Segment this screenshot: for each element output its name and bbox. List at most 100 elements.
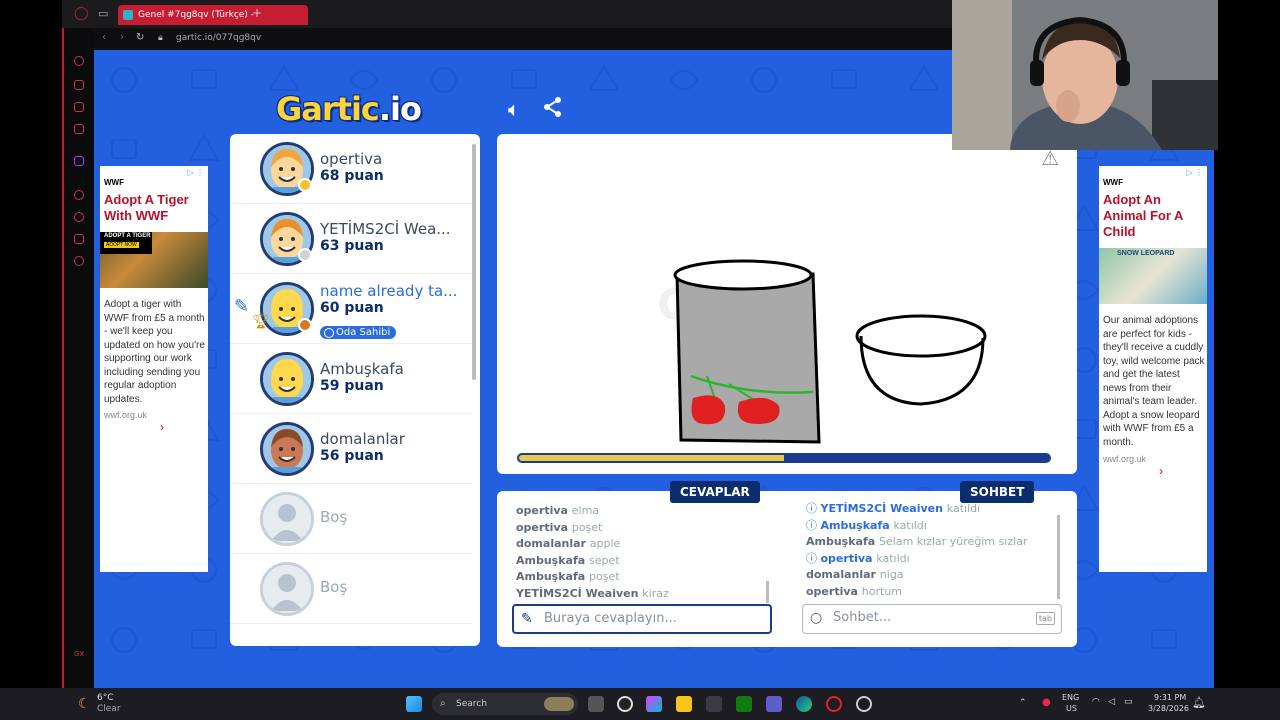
ad-left[interactable]: ▷ ⋮ WWF Adopt A Tiger With WWF ADOPT A T… (100, 166, 208, 572)
message-user: Ambuşkafa (820, 518, 894, 532)
gartic-logo[interactable]: Gartic.io (276, 90, 422, 128)
url-text[interactable]: gartic.io/077qg8qv (176, 33, 261, 43)
workspaces-icon[interactable]: ▭ (98, 7, 108, 20)
chat-header[interactable]: SOHBET (960, 481, 1035, 503)
webcam-overlay (952, 0, 1218, 150)
clock-time[interactable]: 9:31 PM (1154, 693, 1186, 702)
opera-gx-taskbar-icon[interactable] (826, 696, 842, 712)
answer-input[interactable]: ✎ Buraya cevaplayın... (512, 604, 772, 634)
ad-title[interactable]: Adopt An Animal For A Child (1103, 192, 1203, 240)
desktop-right-edge (1214, 0, 1280, 688)
answers-header[interactable]: CEVAPLAR (670, 481, 760, 503)
weather-moon-icon[interactable]: ☾ (78, 696, 91, 712)
task-view-icon[interactable] (588, 696, 604, 712)
answers-scrollbar[interactable] (766, 581, 769, 603)
chat-input[interactable]: ○ Sohbet... tab (802, 604, 1062, 634)
twitch-icon[interactable] (74, 156, 84, 166)
notification-bell-icon[interactable]: 🔔︎ (1192, 696, 1206, 709)
taskbar-search[interactable]: ⌕ Search (432, 693, 578, 715)
player-row[interactable]: Ambuşkafa 59 puan (230, 344, 472, 414)
weather-desc[interactable]: Clear (97, 704, 121, 714)
browser-tab-active[interactable]: Genel #7qg8qv (Türkçe) - (118, 5, 308, 25)
back-icon[interactable]: ‹ (102, 32, 106, 43)
dell-icon[interactable] (617, 696, 633, 712)
player-row[interactable]: opertiva 68 puan (230, 134, 472, 204)
settings-icon[interactable] (74, 256, 84, 266)
new-tab-icon[interactable]: + (252, 6, 262, 20)
volume-icon[interactable]: ◁ (1108, 697, 1115, 707)
cube-icon[interactable] (74, 234, 84, 244)
players-scrollbar[interactable] (472, 144, 476, 380)
player-name: YETİMS2Cİ Wea... (320, 220, 451, 238)
speed-dial-icon[interactable] (74, 56, 84, 66)
share-icon[interactable] (540, 96, 566, 122)
player-score: 59 puan (320, 378, 384, 394)
player-status-dot (298, 178, 312, 192)
player-row[interactable]: name already ta... 60 puan Oda Sahibi ✎ 🏆︎ (230, 274, 472, 344)
player-row[interactable]: Boş (230, 484, 472, 554)
history-icon[interactable] (74, 212, 84, 222)
adchoices-icon[interactable]: ▷ ⋮ (1187, 168, 1203, 177)
message-user: Ambuşkafa (516, 553, 590, 567)
message-line: Ambuşkafa poşet (516, 569, 756, 586)
webcam-feed (952, 0, 1218, 150)
aria-icon[interactable] (74, 80, 84, 90)
message-user: Ambuşkafa (516, 570, 590, 583)
drawing-canvas[interactable]: ⚠ Gartic (497, 134, 1077, 474)
chevron-up-icon[interactable]: ⌃ (1019, 698, 1027, 708)
player-row[interactable]: YETİMS2Cİ Wea... 63 puan (230, 204, 472, 274)
message-text: katıldı (946, 502, 981, 515)
timer-fill (519, 455, 784, 461)
ad-chevron-icon[interactable]: › (1159, 464, 1163, 478)
drawing: Gartic (657, 259, 987, 444)
search-label: Search (456, 699, 487, 709)
reload-icon[interactable]: ↻ (136, 32, 144, 43)
message-user: YETİMS2Cİ Weaiven (516, 586, 643, 600)
opera-logo-icon[interactable]: ◯ (74, 6, 89, 21)
xbox-icon[interactable] (736, 696, 752, 712)
info-icon: ⓘ (806, 502, 821, 515)
ad-brand: WWF (1103, 178, 1123, 187)
message-line: opertiva elma (516, 503, 756, 520)
messenger-icon[interactable] (74, 124, 84, 134)
windows-start-icon[interactable] (406, 696, 422, 712)
avatar (260, 492, 314, 546)
battery-icon[interactable]: ▭ (1124, 697, 1133, 707)
adchoices-icon[interactable]: ▷ ⋮ (188, 168, 204, 177)
tiger-ad-image[interactable]: ADOPT A TIGER ADOPT NOW (100, 232, 208, 288)
gx-icon[interactable]: GX (74, 650, 84, 658)
language-label[interactable]: ENG (1062, 693, 1079, 702)
message-user: domalanlar (806, 568, 880, 581)
info-icon: ⓘ (806, 518, 821, 532)
ad-title[interactable]: Adopt A Tiger With WWF (104, 192, 204, 224)
copilot-icon[interactable] (646, 696, 662, 712)
player-row[interactable]: Boş (230, 554, 472, 624)
microphone-icon[interactable]: ● (1042, 697, 1051, 708)
sound-icon[interactable]: 🔈︎ (501, 96, 527, 122)
room-owner-badge: Oda Sahibi (320, 326, 397, 339)
ad-link[interactable]: wwf.org.uk (1103, 454, 1146, 464)
clock-date[interactable]: 3/28/2026 (1148, 704, 1189, 713)
ad-right[interactable]: ▷ ⋮ WWF Adopt An Animal For A Child SNOW… (1099, 166, 1207, 572)
wifi-icon[interactable]: ◠ (1092, 697, 1100, 707)
snow-leopard-ad-image[interactable]: SNOW LEOPARD (1099, 248, 1207, 304)
message-text: sepet (589, 553, 620, 567)
avatar (260, 562, 314, 616)
edge-icon[interactable] (796, 696, 812, 712)
browser-sidebar: GX (62, 28, 94, 688)
message-text: apple (589, 537, 621, 550)
teams-icon[interactable] (766, 696, 782, 712)
extensions-icon[interactable] (74, 102, 84, 112)
forward-icon[interactable]: › (120, 32, 124, 43)
ad-chevron-icon[interactable]: › (160, 420, 164, 434)
file-explorer-icon[interactable] (676, 696, 692, 712)
obs-icon[interactable] (856, 696, 872, 712)
region-label[interactable]: US (1066, 704, 1077, 713)
search-highlight-image (544, 697, 574, 711)
store-icon[interactable] (706, 696, 722, 712)
chat-scrollbar[interactable] (1057, 515, 1060, 599)
ad-link[interactable]: wwf.org.uk (104, 410, 147, 420)
player-row[interactable]: domalanlar 56 puan (230, 414, 472, 484)
player-icon[interactable] (74, 190, 84, 200)
weather-temp[interactable]: 6°C (97, 693, 114, 703)
